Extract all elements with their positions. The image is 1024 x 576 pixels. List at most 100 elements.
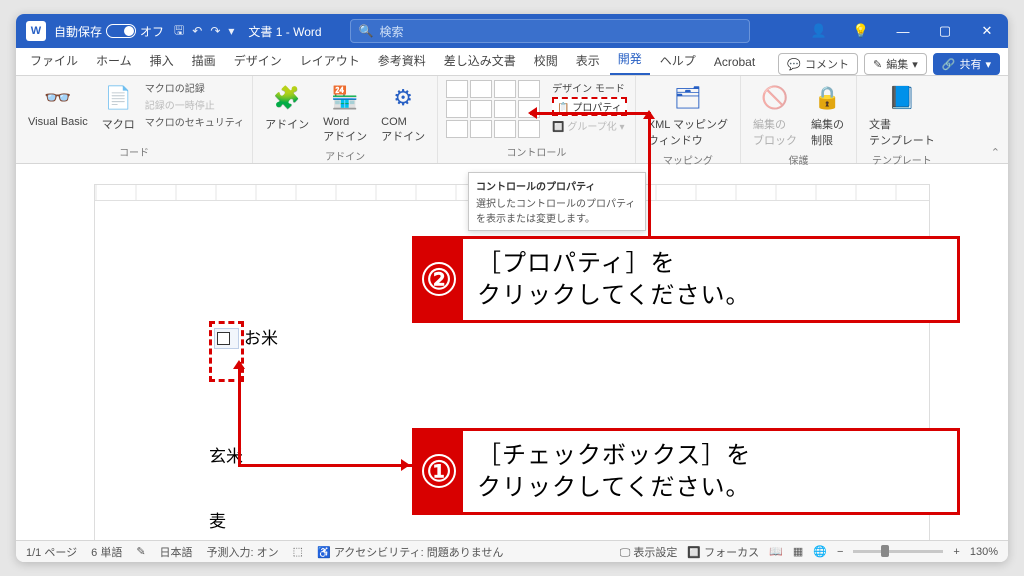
arrow-to-checkbox (238, 362, 241, 466)
zoom-level[interactable]: 130% (970, 546, 998, 558)
controls-gallery[interactable] (446, 80, 540, 138)
group-label-template: テンプレート (872, 150, 932, 167)
tab-design[interactable]: デザイン (226, 46, 290, 75)
group-label-addins: アドイン (325, 146, 365, 163)
addins-button[interactable]: 🧩アドイン (261, 80, 313, 134)
help-icon[interactable]: 💡 (840, 14, 882, 48)
status-macro-icon[interactable]: ⬚ (293, 545, 303, 558)
status-focus[interactable]: 🔲 フォーカス (687, 544, 759, 560)
word-addins-button[interactable]: 🏪Word アドイン (319, 80, 371, 146)
status-proofing-icon[interactable]: ✎ (136, 545, 145, 558)
group-label-controls: コントロール (506, 142, 566, 159)
group-template: 📘文書 テンプレート テンプレート (857, 76, 947, 163)
callout-2-text: ［プロパティ］を クリックしてください。 (463, 239, 765, 320)
group-mapping: 🗂XML マッピング ウィンドウ マッピング (636, 76, 741, 163)
zoom-in-icon[interactable]: + (953, 546, 959, 558)
com-addins-button[interactable]: ⚙COM アドイン (377, 80, 429, 146)
search-placeholder: 検索 (380, 23, 404, 40)
word-addin-icon: 🏪 (329, 82, 361, 114)
search-box[interactable]: 🔍 検索 (350, 19, 750, 43)
ribbon-developer: 👓Visual Basic 📄マクロ マクロの記録 記録の一時停止 マクロのセキ… (16, 76, 1008, 164)
status-predict[interactable]: 予測入力: オン (207, 544, 279, 560)
group-protect: 🚫編集の ブロック 🔒編集の 制限 保護 (741, 76, 857, 163)
visual-basic-button[interactable]: 👓Visual Basic (24, 80, 92, 130)
status-page[interactable]: 1/1 ページ (26, 544, 77, 560)
callout-2-number: ② (422, 262, 456, 296)
tab-references[interactable]: 参考資料 (370, 46, 434, 75)
callout-1-text: ［チェックボックス］を クリックしてください。 (463, 431, 765, 512)
quick-access-toolbar: 🖫 ↶ ↷ ▾ (174, 21, 234, 42)
status-accessibility[interactable]: ♿ アクセシビリティ: 問題ありません (317, 544, 503, 560)
redo-icon[interactable]: ↷ (210, 24, 220, 38)
design-mode-button[interactable]: デザイン モード (552, 80, 627, 95)
view-web-icon[interactable]: 🌐 (813, 545, 827, 558)
status-display-settings[interactable]: 🖵 表示設定 (620, 544, 678, 560)
group-controls-button[interactable]: 🔲 グループ化 ▾ (552, 118, 627, 133)
document-title: 文書 1 - Word (248, 23, 321, 40)
close-button[interactable]: ✕ (966, 14, 1008, 48)
group-label-protect: 保護 (789, 150, 809, 167)
tab-draw[interactable]: 描画 (184, 46, 224, 75)
status-bar: 1/1 ページ 6 単語 ✎ 日本語 予測入力: オン ⬚ ♿ アクセシビリティ… (16, 540, 1008, 562)
tab-home[interactable]: ホーム (88, 46, 140, 75)
window-buttons: 👤 💡 — ▢ ✕ (798, 14, 1008, 48)
lock-icon: 🔒 (812, 82, 844, 114)
qat-dropdown-icon[interactable]: ▾ (228, 24, 234, 38)
checkbox-control[interactable] (214, 328, 239, 349)
maximize-button[interactable]: ▢ (924, 14, 966, 48)
toggle-icon (106, 24, 136, 38)
autosave-label: 自動保存 (54, 23, 102, 40)
template-icon: 📘 (886, 82, 918, 114)
collapse-ribbon-icon[interactable]: ⌃ (991, 146, 1000, 159)
pause-recording-button[interactable]: 記録の一時停止 (145, 97, 244, 112)
tab-review[interactable]: 校閲 (526, 46, 566, 75)
tab-acrobat[interactable]: Acrobat (706, 49, 763, 75)
status-words[interactable]: 6 単語 (91, 544, 122, 560)
group-addins: 🧩アドイン 🏪Word アドイン ⚙COM アドイン アドイン (253, 76, 438, 163)
block-icon: 🚫 (759, 82, 791, 114)
comments-button[interactable]: 💬 コメント (778, 53, 858, 75)
arrow-line-1 (238, 464, 414, 467)
tab-view[interactable]: 表示 (568, 46, 608, 75)
record-macro-button[interactable]: マクロの記録 (145, 80, 244, 95)
tab-help[interactable]: ヘルプ (652, 46, 704, 75)
macro-security-button[interactable]: マクロのセキュリティ (145, 114, 244, 129)
tab-layout[interactable]: レイアウト (292, 46, 368, 75)
callout-1-number: ① (422, 454, 456, 488)
block-authors-button[interactable]: 🚫編集の ブロック (749, 80, 801, 150)
status-language[interactable]: 日本語 (160, 544, 193, 560)
callout-2: ② ［プロパティ］を クリックしてください。 (412, 236, 960, 323)
save-icon[interactable]: 🖫 (174, 21, 184, 42)
share-button[interactable]: 🔗 共有 ▾ (933, 53, 1000, 75)
tab-mailings[interactable]: 差し込み文書 (436, 46, 524, 75)
arrow-to-properties (530, 112, 650, 115)
autosave-toggle[interactable]: 自動保存 オフ (54, 23, 164, 40)
view-read-icon[interactable]: 📖 (769, 545, 783, 558)
group-code: 👓Visual Basic 📄マクロ マクロの記録 記録の一時停止 マクロのセキ… (16, 76, 253, 163)
tab-developer[interactable]: 開発 (610, 44, 650, 75)
vb-icon: 👓 (42, 82, 74, 114)
doc-text-1: お米 (244, 329, 278, 348)
zoom-slider[interactable] (853, 550, 943, 553)
search-icon: 🔍 (359, 24, 374, 38)
zoom-out-icon[interactable]: − (837, 546, 843, 558)
macro-icon: 📄 (102, 82, 134, 114)
undo-icon[interactable]: ↶ (192, 24, 202, 38)
tab-file[interactable]: ファイル (22, 46, 86, 75)
xml-icon: 🗂 (672, 82, 704, 114)
document-template-button[interactable]: 📘文書 テンプレート (865, 80, 939, 150)
editing-mode-button[interactable]: ✎ 編集 ▾ (864, 53, 927, 75)
group-label-mapping: マッピング (663, 150, 713, 167)
titlebar: W 自動保存 オフ 🖫 ↶ ↷ ▾ 文書 1 - Word 🔍 検索 👤 💡 —… (16, 14, 1008, 48)
ribbon-tabs: ファイル ホーム 挿入 描画 デザイン レイアウト 参考資料 差し込み文書 校閲… (16, 48, 1008, 76)
restrict-editing-button[interactable]: 🔒編集の 制限 (807, 80, 848, 150)
xml-mapping-button[interactable]: 🗂XML マッピング ウィンドウ (644, 80, 732, 150)
macros-button[interactable]: 📄マクロ (98, 80, 139, 134)
group-controls: デザイン モード 📋 プロパティ 🔲 グループ化 ▾ コントロール (438, 76, 636, 163)
group-label-code: コード (119, 142, 149, 159)
account-icon[interactable]: 👤 (798, 14, 840, 48)
minimize-button[interactable]: — (882, 14, 924, 48)
com-addin-icon: ⚙ (387, 82, 419, 114)
view-print-icon[interactable]: ▦ (793, 545, 803, 558)
tab-insert[interactable]: 挿入 (142, 46, 182, 75)
